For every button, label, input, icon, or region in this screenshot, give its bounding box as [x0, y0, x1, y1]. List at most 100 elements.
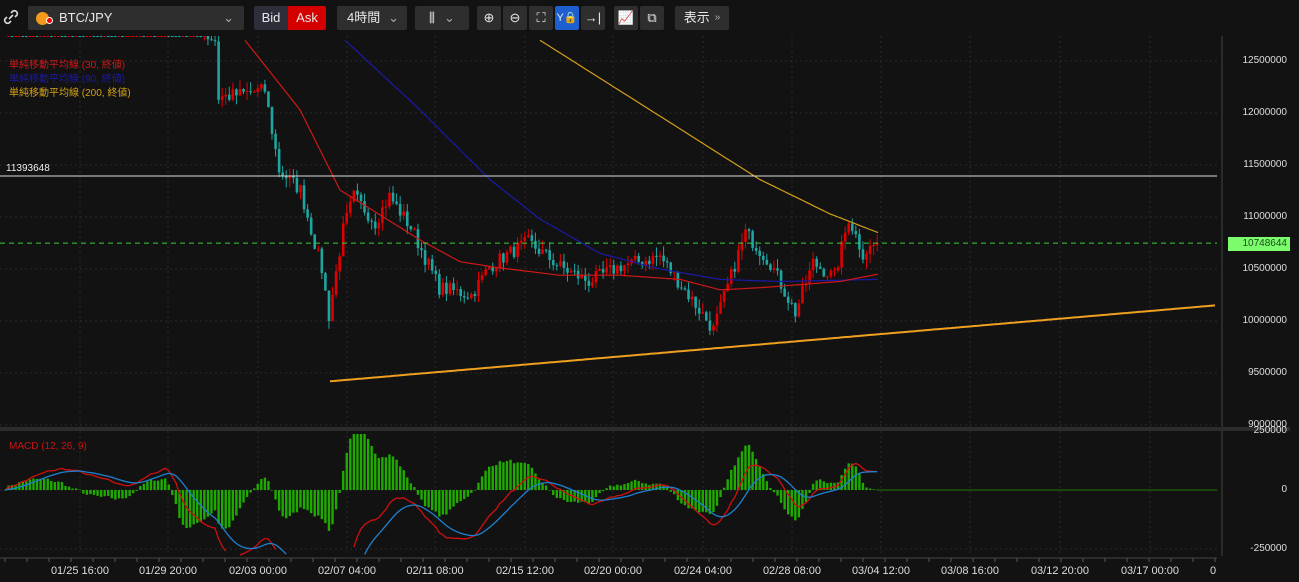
- candle-body: [373, 221, 377, 229]
- macd-histogram-bar: [146, 481, 149, 490]
- candle-body: [473, 294, 477, 296]
- macd-histogram-bar: [427, 490, 430, 508]
- candle-body: [149, 36, 153, 37]
- candle-body: [594, 270, 598, 283]
- macd-histogram-bar: [82, 490, 85, 494]
- macd-histogram-bar: [231, 490, 235, 521]
- candle-body: [299, 185, 302, 193]
- candle-body: [430, 259, 434, 271]
- candle-body: [352, 190, 356, 202]
- candle-body: [67, 36, 71, 37]
- candle-body: [761, 255, 765, 260]
- macd-histogram-bar: [32, 478, 35, 490]
- price-chart[interactable]: [0, 36, 1299, 582]
- macd-histogram-bar: [64, 486, 67, 490]
- macd-histogram-bar: [441, 490, 445, 515]
- candle-body: [484, 269, 487, 276]
- candle-body: [359, 194, 363, 202]
- x-axis-tick-label: 03/08 16:00: [940, 565, 1000, 577]
- candle-body: [252, 91, 256, 93]
- candle-body: [192, 36, 195, 37]
- candle-body: [783, 288, 786, 297]
- display-menu[interactable]: 表示 »: [675, 6, 729, 30]
- macd-histogram-bar: [338, 490, 341, 493]
- candle-body: [316, 248, 320, 250]
- macd-histogram-bar: [210, 490, 213, 514]
- macd-legend: MACD (12, 26, 9): [9, 441, 87, 452]
- macd-histogram-bar: [274, 490, 277, 500]
- add-indicator-button[interactable]: 📈: [614, 6, 638, 30]
- candle-body: [769, 264, 772, 270]
- macd-histogram-bar: [779, 490, 783, 503]
- macd-histogram-bar: [623, 484, 626, 490]
- timeframe-select[interactable]: 4時間 ⌄: [337, 6, 407, 30]
- macd-histogram-bar: [285, 490, 288, 519]
- macd-histogram-bar: [92, 490, 96, 495]
- candle-body: [324, 273, 327, 291]
- macd-histogram-bar: [292, 490, 295, 513]
- macd-histogram-bar: [402, 470, 405, 490]
- candle-body: [167, 36, 171, 37]
- macd-histogram-bar: [477, 482, 480, 490]
- macd-histogram-bar: [505, 461, 509, 490]
- candle-body: [861, 249, 865, 260]
- macd-histogram-bar: [669, 490, 672, 492]
- macd-histogram-bar: [431, 490, 434, 511]
- candle-body: [829, 270, 833, 277]
- candle-body: [519, 240, 523, 243]
- candle-body: [121, 36, 124, 37]
- candle-body: [744, 229, 747, 242]
- symbol-select[interactable]: BTC/JPY ⌄: [28, 6, 244, 30]
- macd-histogram-bar: [53, 482, 57, 490]
- macd-histogram-bar: [722, 487, 726, 490]
- x-axis-tick-label: 02/15 12:00: [495, 565, 555, 577]
- candle-body: [648, 260, 651, 264]
- candle-body: [512, 246, 516, 258]
- zoom-out-button[interactable]: ⊖: [503, 6, 527, 30]
- macd-histogram-bar: [512, 463, 516, 490]
- screenshot-button[interactable]: ⧉: [640, 6, 664, 30]
- candle-body: [395, 201, 398, 204]
- candle-body: [569, 270, 573, 273]
- chart-type-select[interactable]: ⫼ ⌄: [415, 6, 469, 30]
- macd-histogram-bar: [131, 490, 135, 494]
- macd-histogram-bar: [228, 490, 231, 528]
- candle-body: [591, 282, 594, 286]
- macd-axis-label: -250000: [1250, 543, 1287, 554]
- y-lock-button[interactable]: Y🔒: [555, 6, 579, 30]
- candle-body: [541, 249, 544, 254]
- macd-histogram-bar: [299, 490, 302, 508]
- candle-body: [494, 267, 498, 272]
- candle-body: [206, 36, 210, 40]
- candles: [7, 36, 879, 336]
- candle-body: [388, 192, 391, 207]
- macd-histogram-bar: [495, 465, 498, 490]
- macd-histogram-bar: [260, 479, 263, 490]
- candle-body: [786, 296, 790, 303]
- timeframe-label: 4時間: [347, 10, 381, 25]
- candle-body: [441, 282, 445, 295]
- candle-body: [263, 84, 267, 92]
- macd-pane: [3, 434, 1217, 556]
- macd-histogram-bar: [509, 459, 512, 490]
- macd-histogram-bar: [498, 461, 502, 490]
- macd-histogram-bar: [42, 478, 46, 490]
- macd-histogram-bar: [423, 490, 427, 507]
- x-axis-tick-label: 02/03 00:00: [228, 565, 288, 577]
- macd-histogram-bar: [377, 457, 380, 490]
- macd-histogram-bar: [370, 445, 373, 490]
- fit-screen-icon: ⛶: [536, 10, 546, 25]
- macd-histogram-bar: [164, 478, 167, 490]
- candle-body: [405, 211, 409, 227]
- candle-body: [448, 283, 452, 294]
- bid-button[interactable]: Bid: [254, 6, 288, 30]
- ask-button[interactable]: Ask: [288, 6, 326, 30]
- link-icon[interactable]: [2, 8, 20, 26]
- zoom-in-button[interactable]: ⊕: [477, 6, 501, 30]
- candle-body: [238, 88, 242, 96]
- macd-histogram-bar: [438, 490, 441, 517]
- fit-button[interactable]: ⛶: [529, 6, 553, 30]
- scroll-end-button[interactable]: →|: [581, 6, 605, 30]
- candle-body: [82, 36, 85, 37]
- macd-histogram-bar: [174, 490, 178, 505]
